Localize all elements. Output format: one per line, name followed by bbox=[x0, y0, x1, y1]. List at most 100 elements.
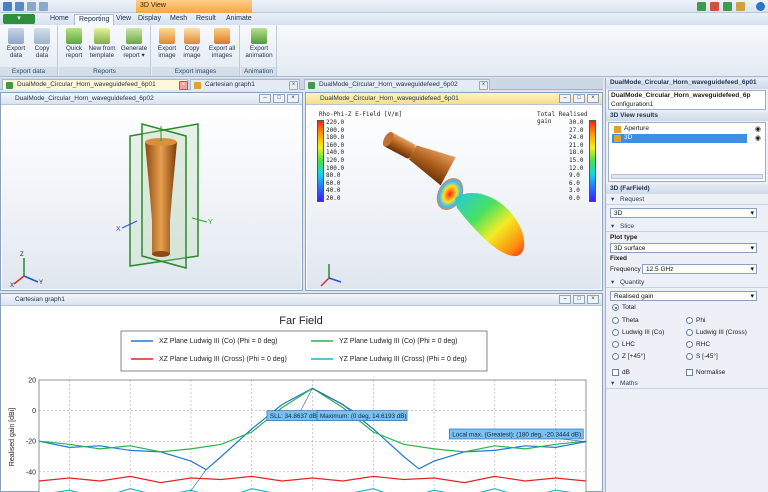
settings-icon[interactable] bbox=[723, 2, 732, 11]
export-data-icon bbox=[8, 28, 24, 44]
tab-reporting[interactable]: Reporting bbox=[74, 14, 115, 25]
quick-report-button[interactable]: Quick report bbox=[62, 28, 86, 59]
window-buttons: – □ × bbox=[559, 94, 599, 103]
export-data-label-1: Export bbox=[6, 45, 26, 52]
configuration-label[interactable]: Configuration1 bbox=[611, 101, 653, 108]
radio-z-45-[interactable] bbox=[612, 353, 619, 360]
radio-label: S [-45°] bbox=[696, 353, 718, 360]
group-reports: Quick report New from template Generate … bbox=[59, 25, 151, 76]
tab-view[interactable]: View bbox=[112, 14, 135, 25]
radio-phi[interactable] bbox=[686, 317, 693, 324]
generate-report-label-2: report ▾ bbox=[123, 52, 145, 59]
export-image-button[interactable]: Export image bbox=[155, 28, 179, 59]
visibility-eye-icon[interactable]: ◉ bbox=[755, 134, 761, 142]
export-animation-button[interactable]: Export animation bbox=[243, 28, 275, 59]
graph-icon bbox=[194, 82, 201, 89]
copy-data-button[interactable]: Copy data bbox=[30, 28, 54, 59]
db-label: dB bbox=[622, 369, 630, 376]
radio-ludwig-iii-co-[interactable] bbox=[612, 329, 619, 336]
radio-rhc[interactable] bbox=[686, 341, 693, 348]
minimize-icon[interactable]: – bbox=[259, 94, 271, 103]
doc-tab-6p02[interactable]: DualMode_Circular_Horn_waveguidefeed_6p0… bbox=[304, 79, 490, 90]
tab-result[interactable]: Result bbox=[192, 14, 220, 25]
quick-report-label-1: Quick bbox=[65, 45, 83, 52]
generate-report-button[interactable]: Generate report ▾ bbox=[119, 28, 149, 59]
visibility-eye-icon[interactable]: ◉ bbox=[755, 125, 761, 133]
copy-image-icon bbox=[184, 28, 200, 44]
minimize-icon[interactable]: – bbox=[559, 295, 571, 304]
save-icon[interactable] bbox=[15, 2, 24, 11]
restore-icon[interactable]: □ bbox=[573, 295, 585, 304]
file-menu-button[interactable]: ▾ bbox=[3, 14, 35, 24]
group-label-reports: Reports bbox=[59, 67, 150, 76]
legend-entry: YZ Plane Ludwig III (Cross) (Phi = 0 deg… bbox=[339, 356, 467, 363]
horizontal-scrollbar[interactable] bbox=[611, 174, 763, 179]
restore-icon[interactable]: □ bbox=[573, 94, 585, 103]
svg-text:X: X bbox=[116, 226, 121, 233]
new-from-template-button[interactable]: New from template bbox=[87, 28, 117, 59]
request-section[interactable]: Request bbox=[606, 195, 768, 205]
tab-mesh[interactable]: Mesh bbox=[166, 14, 191, 25]
title-bar bbox=[0, 0, 768, 13]
export-data-button[interactable]: Export data bbox=[4, 28, 28, 59]
minimize-icon[interactable]: – bbox=[559, 94, 571, 103]
radio-s-45-[interactable] bbox=[686, 353, 693, 360]
tab-display[interactable]: Display bbox=[134, 14, 165, 25]
doc-title-label[interactable]: DualMode_Circular_Horn_waveguidefeed_6p bbox=[611, 92, 750, 99]
tab-animate[interactable]: Animate bbox=[222, 14, 256, 25]
doc-tab-6p02-label: DualMode_Circular_Horn_waveguidefeed_6p0… bbox=[319, 81, 458, 88]
db-checkbox[interactable] bbox=[612, 369, 619, 376]
quantity-select[interactable]: Realised gain bbox=[610, 291, 757, 301]
radio-lhc[interactable] bbox=[612, 341, 619, 348]
3d-scene-right[interactable]: Rho-Phi-Z E-Field [V/m] Total Realised g… bbox=[307, 106, 601, 289]
maths-section[interactable]: Maths bbox=[606, 379, 768, 389]
result-item-aperture[interactable]: Aperture bbox=[612, 125, 747, 134]
slice-section[interactable]: Slice bbox=[606, 222, 768, 232]
close-icon[interactable]: × bbox=[587, 94, 599, 103]
doc-tab-cartesian-graph1[interactable]: Cartesian graph1 × bbox=[190, 79, 300, 90]
result-item-3d-label: 3D bbox=[624, 134, 633, 141]
redo-icon[interactable] bbox=[39, 2, 48, 11]
context-tab-3d-view[interactable]: 3D View bbox=[136, 0, 252, 13]
plot-type-select[interactable]: 3D surface bbox=[610, 243, 757, 253]
result-item-3d[interactable]: 3D bbox=[612, 134, 747, 143]
chart-title: Far Field bbox=[279, 315, 322, 327]
tools-icon[interactable] bbox=[736, 2, 745, 11]
properties-panel: DualMode_Circular_Horn_waveguidefeed_6p0… bbox=[605, 78, 768, 492]
y-tick-label: 20 bbox=[28, 378, 36, 385]
radio-total[interactable] bbox=[612, 304, 619, 311]
document-tabs: DualMode_Circular_Horn_waveguidefeed_6p0… bbox=[0, 78, 603, 90]
doc-tab-6p01[interactable]: DualMode_Circular_Horn_waveguidefeed_6p0… bbox=[2, 79, 188, 90]
frequency-label: Frequency bbox=[610, 266, 641, 273]
close-icon[interactable]: × bbox=[587, 295, 599, 304]
close-icon[interactable]: × bbox=[289, 81, 298, 90]
far-field-chart[interactable]: Far Field XZ Plane Ludwig III (Co) (Phi … bbox=[1, 307, 602, 492]
restore-icon[interactable]: □ bbox=[273, 94, 285, 103]
legend-entry: XZ Plane Ludwig III (Cross) (Phi = 0 deg… bbox=[159, 356, 287, 363]
layout-icon[interactable] bbox=[697, 2, 706, 11]
close-icon[interactable]: × bbox=[287, 94, 299, 103]
export-animation-label-2: animation bbox=[245, 52, 273, 59]
aperture-icon bbox=[614, 126, 621, 133]
close-icon[interactable]: × bbox=[179, 81, 188, 90]
undo-icon[interactable] bbox=[27, 2, 36, 11]
normalise-checkbox[interactable] bbox=[686, 369, 693, 376]
radio-label: RHC bbox=[696, 341, 711, 348]
results-icon[interactable] bbox=[710, 2, 719, 11]
svg-text:Z: Z bbox=[20, 252, 24, 258]
copy-image-button[interactable]: Copy image bbox=[180, 28, 204, 59]
radio-theta[interactable] bbox=[612, 317, 619, 324]
app-icon bbox=[3, 2, 12, 11]
view-title: DualMode_Circular_Horn_waveguidefeed_6p0… bbox=[15, 95, 154, 102]
farfield-header: 3D (FarField) bbox=[606, 184, 768, 194]
frequency-select[interactable]: 12.5 GHz bbox=[642, 264, 757, 274]
quantity-section[interactable]: Quantity bbox=[606, 278, 768, 288]
export-all-images-button[interactable]: Export all images bbox=[206, 28, 238, 59]
help-icon[interactable] bbox=[756, 2, 765, 11]
request-select[interactable]: 3D bbox=[610, 208, 757, 218]
export-animation-label-1: Export bbox=[249, 45, 269, 52]
3d-scene-left[interactable]: X Y Z Y X bbox=[2, 106, 301, 289]
close-icon[interactable]: × bbox=[479, 81, 488, 90]
tab-home[interactable]: Home bbox=[46, 14, 73, 25]
radio-ludwig-iii-cross-[interactable] bbox=[686, 329, 693, 336]
